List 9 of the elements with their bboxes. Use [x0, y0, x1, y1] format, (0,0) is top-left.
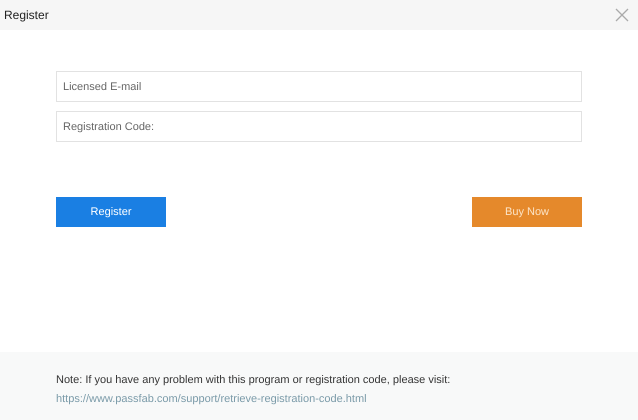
close-icon — [614, 7, 630, 23]
input-field[interactable]: Licensed E-mail — [56, 71, 582, 102]
window-title: Register — [4, 7, 49, 24]
note-text: Note: If you have any problem with this program or registration code, please visit: — [56, 373, 452, 388]
support-link[interactable]: https://www.passfab.com/support/retrieve-registration-code.html — [56, 390, 582, 407]
close-button[interactable] — [614, 7, 630, 23]
input-field[interactable]: Registration Code: — [56, 111, 582, 142]
buy-button[interactable]: Buy Now — [472, 197, 582, 227]
register-button[interactable]: Register — [56, 197, 166, 227]
